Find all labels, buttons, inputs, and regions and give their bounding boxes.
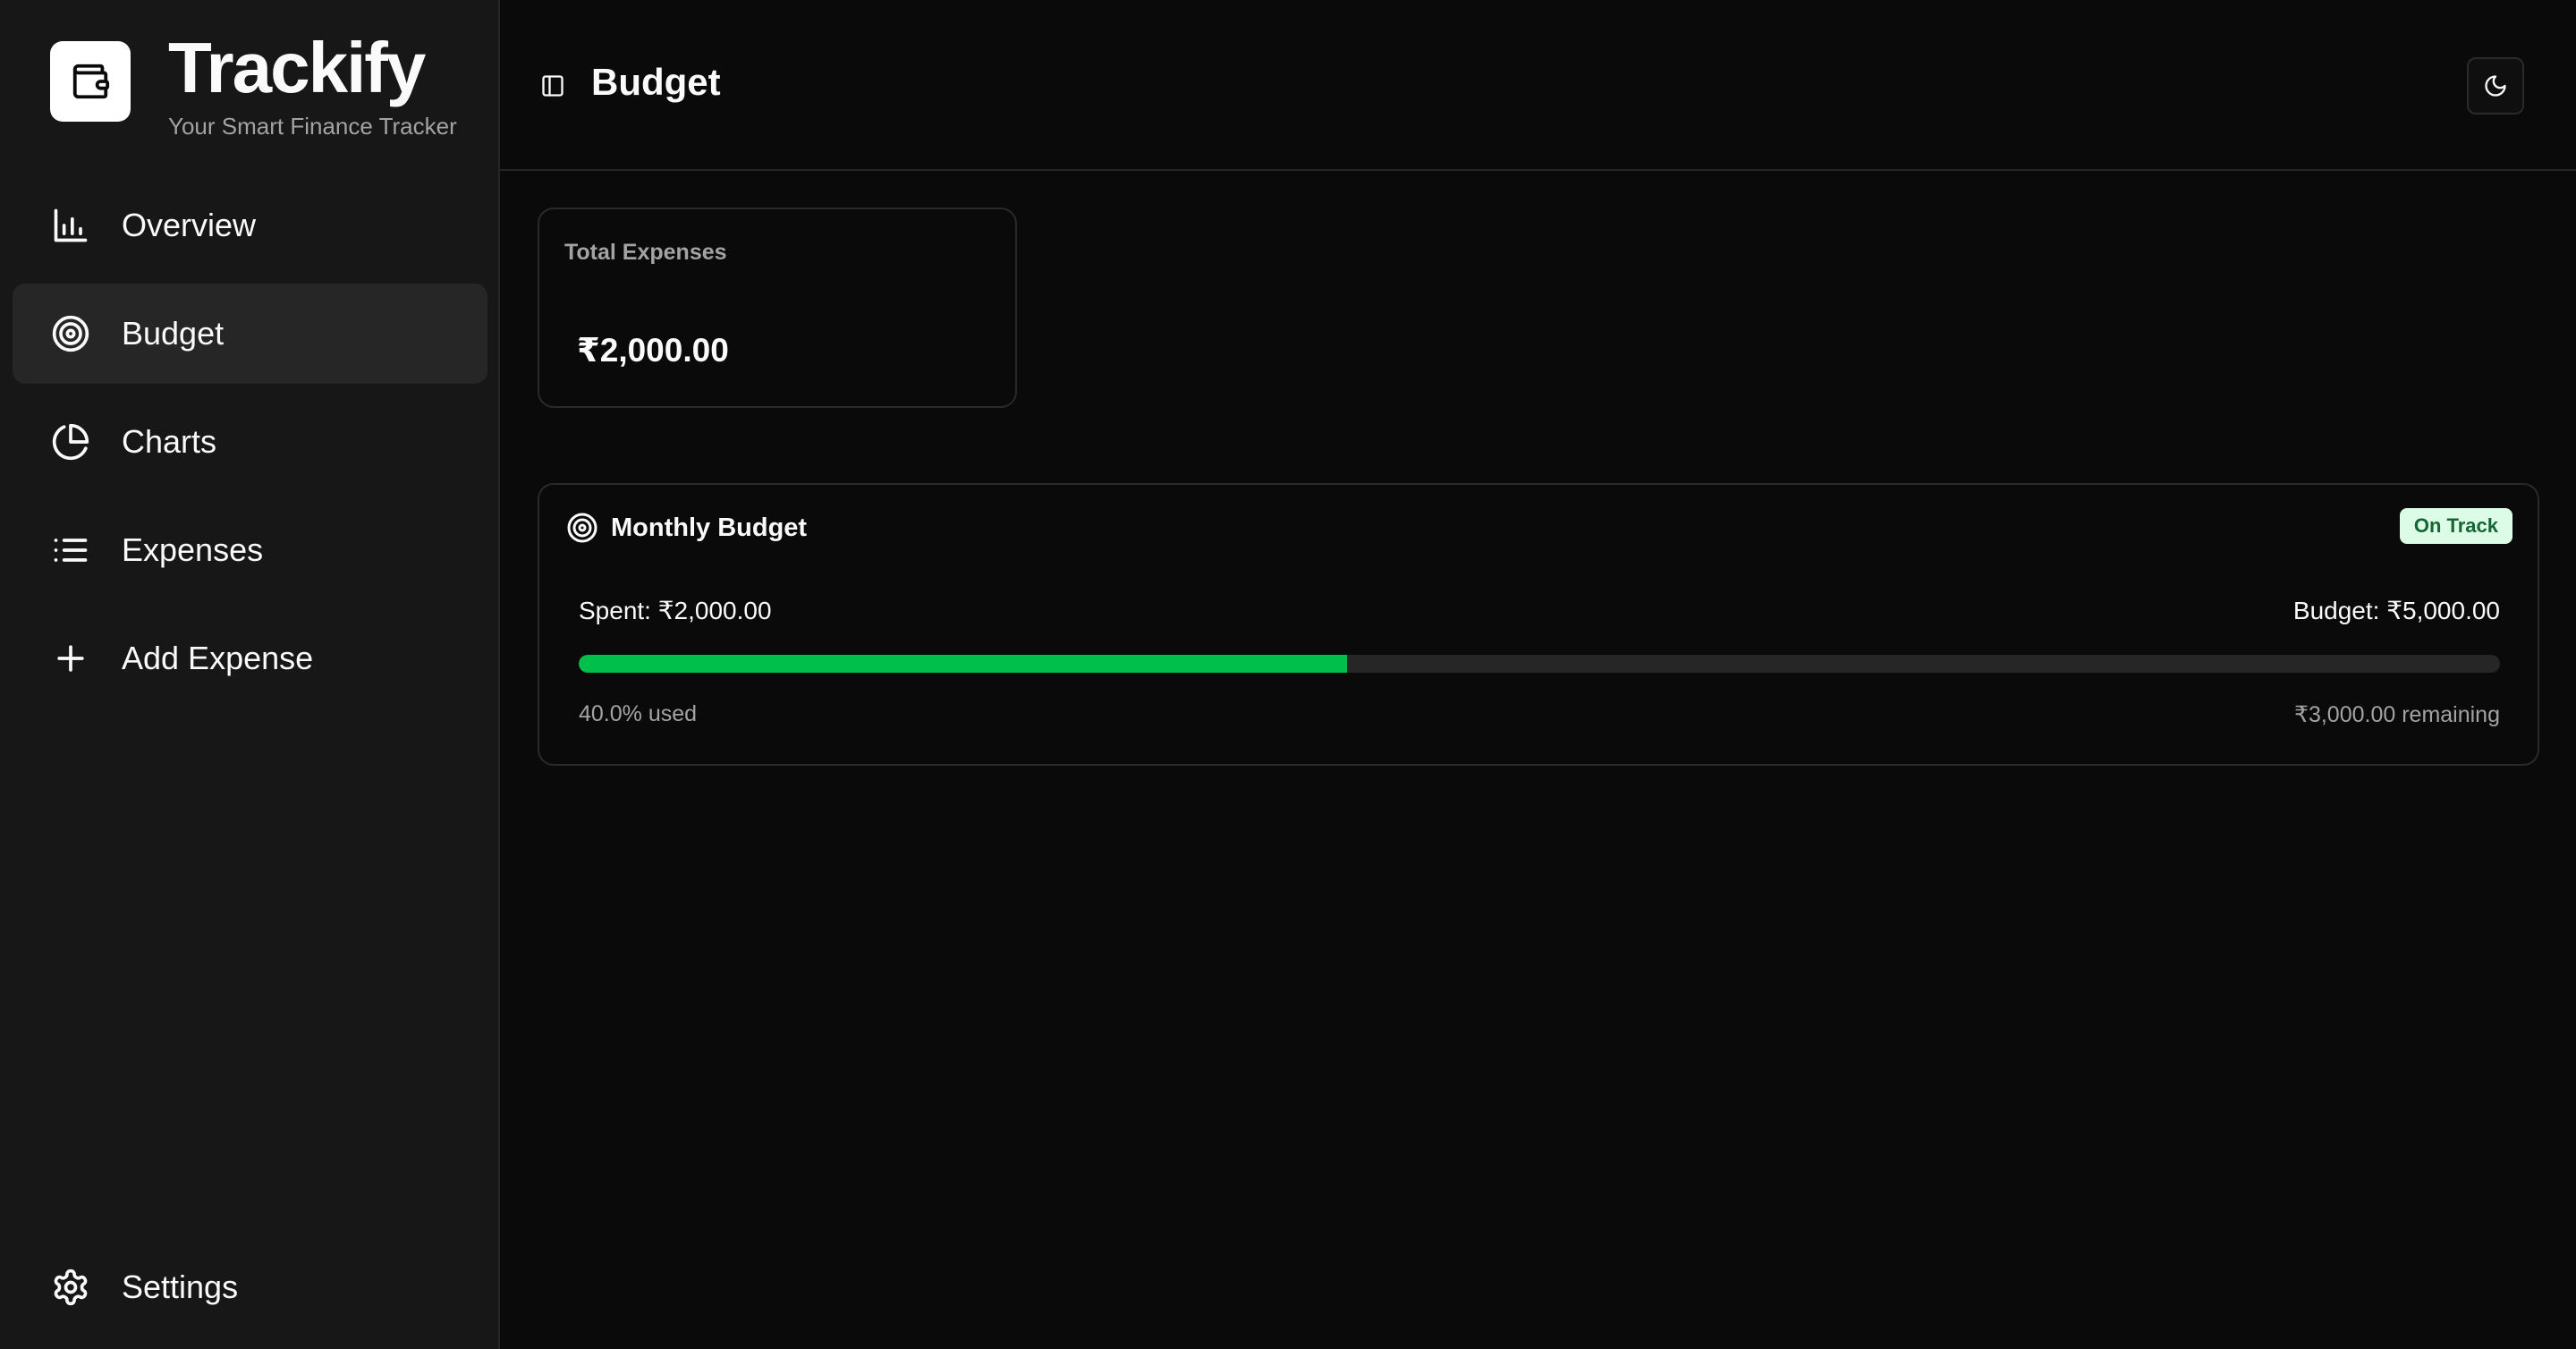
moon-icon [2483, 73, 2508, 98]
wallet-icon [50, 41, 131, 122]
monthly-budget-header: Monthly Budget [566, 512, 807, 544]
theme-toggle-button[interactable] [2467, 57, 2524, 115]
bar-chart-icon [50, 205, 91, 246]
total-expenses-label: Total Expenses [564, 240, 727, 265]
sidebar-item-charts[interactable]: Charts [13, 392, 487, 492]
sidebar-item-expenses[interactable]: Expenses [13, 500, 487, 600]
sidebar: Trackify Your Smart Finance Tracker Over… [0, 0, 500, 1349]
remaining-amount: ₹3,000.00 remaining [2294, 702, 2500, 727]
sidebar-item-overview[interactable]: Overview [13, 175, 487, 276]
list-icon [50, 530, 91, 571]
brand-name: Trackify [168, 28, 426, 107]
sidebar-item-add-expense[interactable]: Add Expense [13, 608, 487, 708]
page-title: Budget [591, 61, 721, 103]
sidebar-item-label: Settings [122, 1268, 239, 1305]
budget-progress-fill [579, 655, 1348, 673]
sidebar-item-label: Charts [122, 423, 217, 460]
sidebar-nav: Overview Budget Charts Expenses Add Expe… [13, 175, 487, 717]
monthly-budget-card: Monthly Budget On Track Spent: ₹2,000.00… [538, 483, 2539, 766]
monthly-budget-title: Monthly Budget [611, 513, 808, 542]
sidebar-item-label: Expenses [122, 531, 264, 568]
plus-icon [50, 638, 91, 679]
spent-amount: Spent: ₹2,000.00 [579, 597, 772, 624]
panel-left-icon [540, 73, 565, 98]
gear-icon [50, 1267, 91, 1308]
pie-chart-icon [50, 421, 91, 462]
top-bar: Budget [500, 0, 2576, 171]
status-badge: On Track [2399, 508, 2512, 544]
percent-used: 40.0% used [579, 701, 698, 726]
sidebar-item-label: Add Expense [122, 640, 314, 676]
brand: Trackify Your Smart Finance Tracker [50, 27, 457, 140]
total-expenses-value: ₹2,000.00 [577, 332, 729, 369]
sidebar-toggle-button[interactable] [538, 72, 567, 100]
main-content: Budget Total Expenses ₹2,000.00 Monthly … [500, 0, 2576, 1349]
sidebar-item-budget[interactable]: Budget [13, 284, 487, 384]
sidebar-settings-section: Settings [13, 1237, 487, 1345]
total-expenses-card: Total Expenses ₹2,000.00 [538, 208, 1017, 408]
budget-progress-bar [579, 655, 2500, 673]
sidebar-item-label: Overview [122, 207, 257, 243]
brand-tagline: Your Smart Finance Tracker [168, 113, 457, 140]
target-icon [566, 512, 598, 544]
app-root: Trackify Your Smart Finance Tracker Over… [0, 0, 2576, 1349]
sidebar-item-settings[interactable]: Settings [13, 1237, 487, 1337]
target-icon [50, 313, 91, 354]
sidebar-item-label: Budget [122, 315, 225, 352]
budget-amount: Budget: ₹5,000.00 [2292, 597, 2500, 624]
